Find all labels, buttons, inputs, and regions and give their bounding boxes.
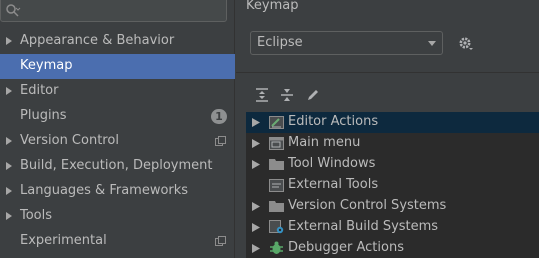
debugger-icon: [270, 241, 283, 254]
action-label: Main menu: [288, 135, 361, 150]
expand-arrow-icon[interactable]: [4, 161, 14, 171]
expand-all-icon[interactable]: [254, 87, 270, 103]
editor-actions-icon: [269, 116, 284, 129]
search-icon: [6, 4, 21, 17]
action-label: Version Control Systems: [288, 198, 447, 213]
expand-arrow-icon[interactable]: [252, 244, 260, 253]
update-count-badge: 1: [211, 109, 227, 124]
tree-item-label: Tools: [20, 208, 53, 223]
action-row-external-build-systems[interactable]: External Build Systems: [246, 217, 539, 238]
tree-item-label: Version Control: [20, 133, 119, 148]
external-tools-icon: [269, 179, 284, 192]
project-level-icon: [215, 236, 226, 246]
action-label: Debugger Actions: [288, 240, 404, 255]
tree-item-label: Plugins: [20, 108, 67, 123]
folder-icon: [269, 159, 284, 170]
gear-icon[interactable]: [458, 36, 474, 52]
settings-tree: Appearance & Behavior Keymap Editor Plug…: [0, 29, 235, 254]
tree-item-keymap[interactable]: Keymap: [0, 54, 235, 79]
action-label: External Build Systems: [288, 219, 439, 234]
tree-item-version-control[interactable]: Version Control: [0, 129, 235, 154]
collapse-all-icon[interactable]: [279, 87, 295, 103]
tree-item-appearance-behavior[interactable]: Appearance & Behavior: [0, 29, 235, 54]
main-menu-icon: [269, 137, 284, 150]
settings-sidebar: Appearance & Behavior Keymap Editor Plug…: [0, 0, 235, 258]
chevron-down-icon: [428, 41, 436, 46]
action-label: Tool Windows: [288, 156, 376, 171]
expand-arrow-icon[interactable]: [252, 202, 260, 211]
tree-item-languages-frameworks[interactable]: Languages & Frameworks: [0, 179, 235, 204]
settings-search-input[interactable]: [0, 0, 227, 22]
tree-item-label: Editor: [20, 83, 59, 98]
project-level-icon: [215, 136, 226, 146]
keymap-scheme-value: Eclipse: [257, 35, 303, 50]
tree-item-label: Build, Execution, Deployment: [20, 158, 213, 173]
keymap-panel: Keymap Eclipse Editor Actions Main menu …: [236, 0, 539, 258]
expand-arrow-icon[interactable]: [4, 136, 14, 146]
action-row-tool-windows[interactable]: Tool Windows: [246, 154, 539, 175]
expand-arrow-icon[interactable]: [252, 160, 260, 169]
action-label: Editor Actions: [288, 114, 379, 129]
action-label: External Tools: [288, 177, 379, 192]
expand-arrow-icon[interactable]: [4, 211, 14, 221]
tree-item-label: Languages & Frameworks: [20, 183, 189, 198]
keymap-scheme-dropdown[interactable]: Eclipse: [250, 31, 443, 55]
edit-icon[interactable]: [305, 87, 321, 103]
folder-icon: [269, 201, 284, 212]
tree-item-editor[interactable]: Editor: [0, 79, 235, 104]
expand-arrow-icon[interactable]: [4, 86, 14, 96]
expand-arrow-icon[interactable]: [4, 36, 14, 46]
tree-item-label: Experimental: [20, 233, 107, 248]
tree-item-label: Keymap: [20, 58, 73, 73]
keymap-actions-tree: Editor Actions Main menu Tool Windows Ex…: [246, 112, 539, 258]
action-row-version-control-systems[interactable]: Version Control Systems: [246, 196, 539, 217]
action-row-editor-actions[interactable]: Editor Actions: [246, 112, 539, 133]
divider: [236, 72, 539, 73]
tree-item-plugins[interactable]: Plugins 1: [0, 104, 235, 129]
action-row-external-tools[interactable]: External Tools: [246, 175, 539, 196]
build-systems-icon: [269, 220, 284, 234]
expand-arrow-icon[interactable]: [252, 223, 260, 232]
tree-item-label: Appearance & Behavior: [20, 33, 175, 48]
expand-arrow-icon[interactable]: [252, 139, 260, 148]
expand-arrow-icon[interactable]: [4, 186, 14, 196]
tree-item-experimental[interactable]: Experimental: [0, 229, 235, 254]
expand-arrow-icon[interactable]: [252, 118, 260, 127]
page-title: Keymap: [246, 0, 299, 13]
action-row-debugger-actions[interactable]: Debugger Actions: [246, 238, 539, 258]
tree-item-tools[interactable]: Tools: [0, 204, 235, 229]
tree-item-build-execution-deployment[interactable]: Build, Execution, Deployment: [0, 154, 235, 179]
action-row-main-menu[interactable]: Main menu: [246, 133, 539, 154]
